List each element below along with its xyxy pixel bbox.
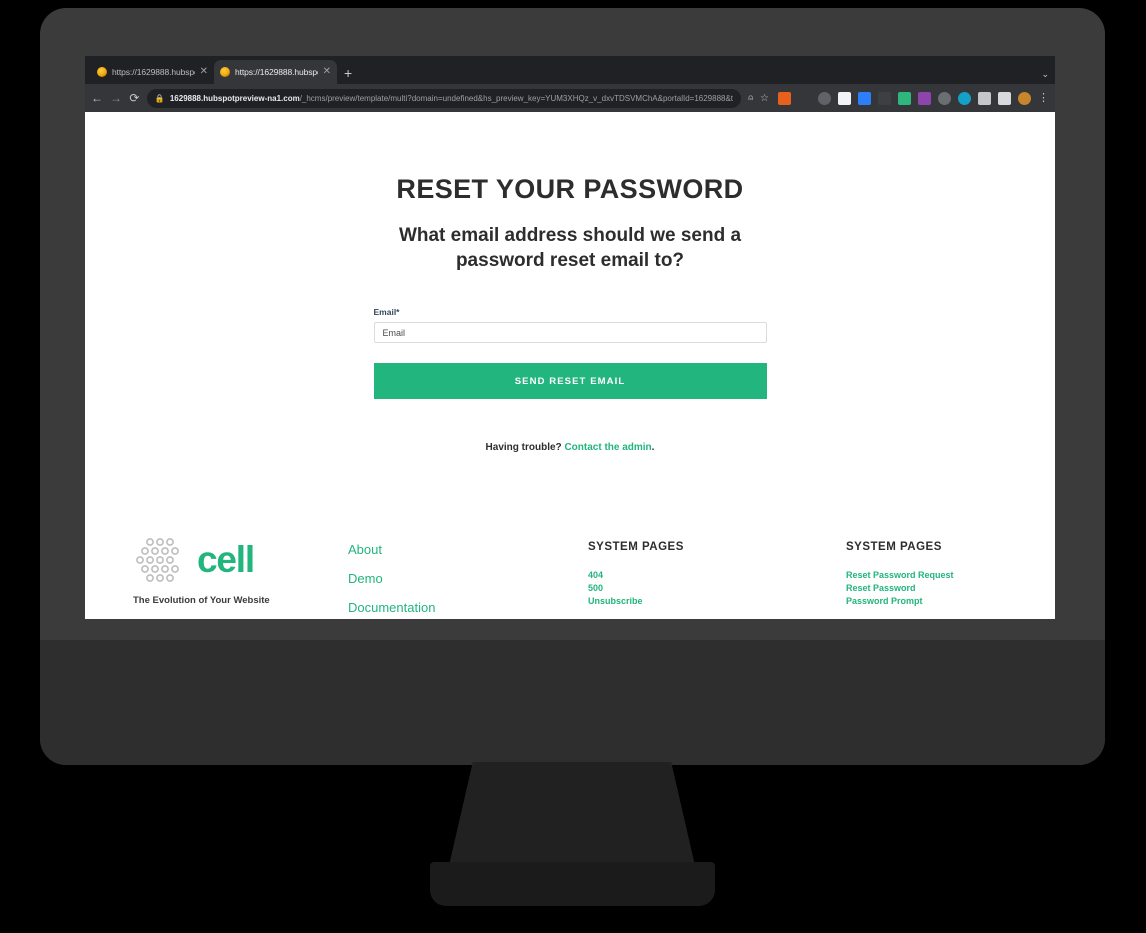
reload-icon[interactable]: ⟳ [129,92,140,104]
profile-avatar-icon[interactable] [1018,91,1031,105]
brand-tagline: The Evolution of Your Website [133,595,270,606]
browser-tab-1[interactable]: https://1629888.hubspotprevi ✕ [91,60,214,84]
reset-password-section: RESET YOUR PASSWORD What email address s… [85,112,1055,453]
extension-bookmark-icon[interactable] [798,91,811,105]
footer-link-demo[interactable]: Demo [348,571,588,586]
send-reset-email-button[interactable]: SEND RESET EMAIL [373,363,767,400]
tab-title: https://1629888.hubspotprevi [235,67,318,77]
extension-teal-globe-icon[interactable] [958,91,971,105]
footer-system-pages-column-2: SYSTEM PAGES Reset Password Request Rese… [846,537,1055,609]
browser-menu-icon[interactable]: ⋮ [1038,92,1049,104]
column-heading: SYSTEM PAGES [846,541,942,553]
browser-window: https://1629888.hubspotprevi ✕ https://1… [85,56,1055,619]
site-footer: cell The Evolution of Your Website About… [85,537,1055,619]
url-text: 1629888.hubspotpreview-na1.com/_hcms/pre… [170,94,733,103]
back-icon[interactable]: ← [91,92,103,104]
hubspot-sprocket-icon [97,67,107,77]
help-line: Having trouble? Contact the admin. [85,442,1055,453]
extension-puzzle-icon[interactable] [978,91,991,105]
close-icon[interactable]: ✕ [323,67,331,77]
help-text: Having trouble? [485,442,565,454]
footer-link-about[interactable]: About [348,542,588,557]
footer-link-documentation[interactable]: Documentation [348,600,588,615]
footer-nav-column: About Demo Documentation [348,537,588,619]
email-input[interactable] [373,322,767,344]
address-bar[interactable]: 🔒 1629888.hubspotpreview-na1.com/_hcms/p… [146,88,742,108]
logo-wordmark: cell [197,539,255,581]
page-subtitle: What email address should we send a pass… [398,225,742,272]
page-title: RESET YOUR PASSWORD [396,174,744,204]
footer-link-reset-password-request[interactable]: Reset Password Request [846,570,1055,580]
url-host: 1629888.hubspotpreview-na1.com [169,93,300,103]
footer-brand: cell The Evolution of Your Website [133,537,348,606]
new-tab-button[interactable]: + [344,66,352,80]
page-content: RESET YOUR PASSWORD What email address s… [85,112,1055,619]
monitor-stand-base [430,862,715,906]
footer-link-404[interactable]: 404 [588,570,846,580]
forward-icon[interactable]: → [110,92,122,104]
extension-purple-red-icon[interactable] [918,91,931,105]
monitor-scene: https://1629888.hubspotprevi ✕ https://1… [0,0,1146,933]
footer-link-500[interactable]: 500 [588,583,846,593]
extension-dark-camera-icon[interactable] [878,91,891,105]
footer-link-unsubscribe[interactable]: Unsubscribe [588,596,846,606]
bookmark-star-icon[interactable]: ☆ [760,93,769,104]
tab-search-icon[interactable]: ⌄ [1041,69,1049,80]
logo: cell [133,537,348,583]
reset-password-form: Email* SEND RESET EMAIL [373,307,767,400]
browser-tab-2[interactable]: https://1629888.hubspotprevi ✕ [214,60,337,84]
hubspot-sprocket-icon [220,67,230,77]
email-label: Email* [373,307,400,318]
extension-blue-camera-icon[interactable] [858,91,871,105]
browser-tab-strip: https://1629888.hubspotprevi ✕ https://1… [85,56,1055,84]
column-heading: SYSTEM PAGES [588,541,684,553]
browser-toolbar: ← → ⟳ 🔒 1629888.hubspotpreview-na1.com/_… [85,84,1055,112]
url-path: /_hcms/preview/template/multi?domain=und… [299,93,734,103]
extension-green-blue-icon[interactable] [898,91,911,105]
footer-link-reset-password[interactable]: Reset Password [846,583,1055,593]
close-icon[interactable]: ✕ [200,67,208,77]
monitor-chin [40,640,1105,765]
cell-dots-logo-icon [136,538,179,582]
help-period: . [651,442,655,454]
share-icon[interactable]: ⍝ [748,93,753,103]
extension-red-white-icon[interactable] [838,91,851,105]
extension-gray-circle-icon[interactable] [818,91,831,105]
extension-orange-icon[interactable] [778,91,791,105]
contact-admin-link[interactable]: Contact the admin [564,442,651,453]
tab-title: https://1629888.hubspotprevi [112,67,195,77]
footer-system-pages-column-1: SYSTEM PAGES 404 500 Unsubscribe [588,537,846,609]
lock-icon: 🔒 [154,93,165,103]
footer-link-password-prompt[interactable]: Password Prompt [846,596,1055,606]
monitor-stand-neck [448,762,696,870]
extension-panel-icon[interactable] [998,91,1011,105]
extension-gray-plug-icon[interactable] [938,91,951,105]
